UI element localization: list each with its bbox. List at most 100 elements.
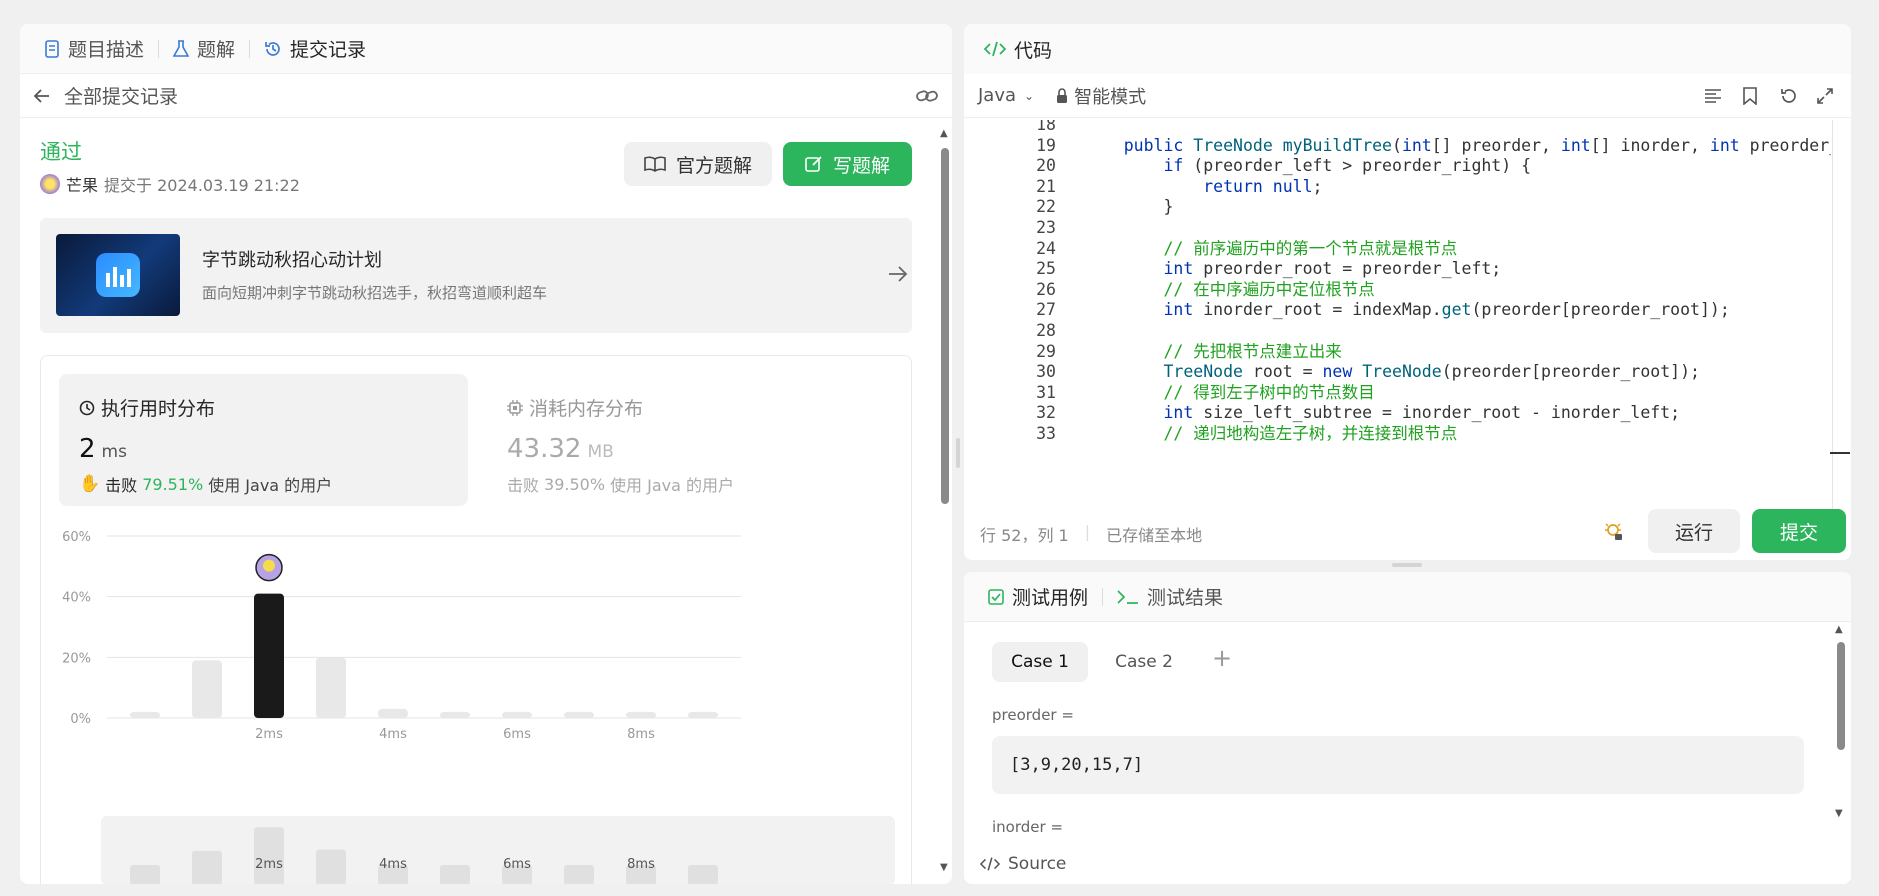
language-select[interactable]: Java ⌄ [978, 85, 1034, 106]
tab-submissions-label: 提交记录 [290, 39, 367, 61]
status-divider: | [1084, 522, 1091, 541]
test-scrollbar[interactable]: ▲ [1834, 624, 1848, 824]
cursor-position: 行 52，列 1 [980, 526, 1069, 545]
minimap-bar [564, 865, 594, 884]
official-solution-label: 官方题解 [675, 154, 752, 177]
preorder-label: preorder = [992, 706, 1074, 724]
scroll-up-icon[interactable]: ▲ [1835, 624, 1843, 635]
tab-testcases[interactable]: 测试用例 [982, 583, 1094, 610]
runtime-title-row: 执行用时分布 [79, 394, 215, 421]
histogram-bar [130, 711, 160, 718]
chevron-down-icon: ⌄ [1024, 88, 1035, 103]
left-tabbar: 题目描述 题解 提交记录 [20, 24, 952, 74]
histogram-bar [254, 593, 284, 718]
y-tick-label: 60% [62, 530, 91, 545]
histogram-bar [564, 711, 594, 718]
minimap-label: 6ms [503, 857, 531, 872]
document-icon [44, 39, 60, 58]
x-tick-label: 8ms [627, 727, 655, 742]
chart-logo-icon [96, 253, 140, 297]
code-tabbar: 代码 [964, 24, 1851, 74]
tab-code[interactable]: 代码 [978, 36, 1058, 63]
promo-title: 字节跳动秋招心动计划 [202, 250, 382, 271]
back-arrow-icon[interactable] [32, 88, 52, 103]
source-bar[interactable]: Source [964, 844, 1851, 884]
tab-description[interactable]: 题目描述 [38, 35, 150, 62]
link-icon[interactable] [916, 88, 938, 104]
minimap-bar [440, 865, 470, 884]
case-1-label: Case 1 [1011, 652, 1069, 672]
case-1-tab[interactable]: Case 1 [992, 642, 1088, 682]
debug-icon[interactable] [1604, 522, 1624, 542]
code-toolbar: Java ⌄ 智能模式 [964, 74, 1851, 118]
line-number: 33 [1036, 424, 1056, 443]
x-tick-label: 6ms [503, 727, 531, 742]
test-tabbar: 测试用例 测试结果 [964, 572, 1851, 622]
tab-testresults[interactable]: 测试结果 [1111, 583, 1229, 610]
flask-icon [173, 39, 190, 58]
runtime-value-row: 2 ms [79, 434, 127, 464]
user-name[interactable]: 芒果 [66, 172, 98, 196]
minimap-bar [192, 850, 222, 884]
scroll-up-icon[interactable]: ▲ [940, 128, 948, 139]
tab-solutions-label: 题解 [197, 39, 236, 61]
code-scroll-track [1832, 120, 1833, 515]
scroll-down-icon[interactable]: ▼ [1835, 808, 1843, 819]
submit-button[interactable]: 提交 [1752, 509, 1846, 553]
saved-status: 已存储至本地 [1106, 526, 1203, 545]
terminal-icon [1117, 589, 1139, 605]
arrow-right-icon [888, 266, 908, 282]
edit-icon [805, 155, 823, 173]
memory-title-row: 消耗内存分布 [507, 394, 643, 421]
user-avatar-marker[interactable] [255, 553, 283, 582]
lock-icon [1056, 87, 1068, 104]
scroll-down-icon[interactable]: ▼ [940, 862, 948, 873]
smart-mode-toggle[interactable]: 智能模式 [1056, 83, 1146, 109]
vertical-resize-handle[interactable] [956, 438, 960, 468]
preorder-value: [3,9,20,15,7] [1010, 755, 1144, 775]
reset-icon[interactable] [1780, 87, 1798, 105]
code-editor-panel: 代码 Java ⌄ 智能模式 18 19 public TreeNode myBu… [964, 24, 1851, 560]
runtime-stat-box[interactable]: 执行用时分布 2 ms ✋ 击败 79.51% 使用 Java 的用户 [59, 374, 468, 506]
minimap-bar [316, 849, 346, 884]
test-scrollbar-thumb[interactable] [1837, 642, 1845, 750]
promo-banner[interactable]: 字节跳动秋招心动计划 面向短期冲刺字节跳动秋招选手，秋招弯道顺利超车 [40, 218, 912, 333]
write-solution-button[interactable]: 写题解 [783, 142, 912, 186]
bookmark-icon[interactable] [1743, 86, 1757, 105]
all-submissions-link[interactable]: 全部提交记录 [64, 82, 178, 109]
top-strip [0, 0, 1879, 20]
panel-resize-handle[interactable] [1392, 563, 1422, 567]
left-scrollbar[interactable]: ▲ ▼ [938, 124, 952, 884]
runtime-unit: ms [101, 442, 127, 462]
chart-range-minimap[interactable]: 2ms 4ms 6ms 8ms [101, 816, 895, 884]
tab-solutions[interactable]: 题解 [167, 35, 241, 62]
code-line[interactable]: 33 // 递归地构造左子树，并连接到根节点 [964, 421, 1831, 446]
run-button[interactable]: 运行 [1648, 509, 1740, 553]
memory-stat-box[interactable]: 消耗内存分布 43.32 MB 击败 39.50% 使用 Java 的用户 [487, 374, 896, 506]
format-icon[interactable] [1704, 88, 1722, 104]
minimap-label: 8ms [627, 857, 655, 872]
tab-submissions[interactable]: 提交记录 [258, 35, 372, 62]
runtime-beat-suffix: 使用 Java 的用户 [208, 476, 333, 495]
histogram-bar [316, 657, 346, 718]
avatar[interactable] [40, 174, 60, 194]
code-area[interactable]: 18 19 public TreeNode myBuildTree(int[] p… [964, 120, 1831, 515]
case-2-label: Case 2 [1115, 652, 1173, 672]
case-2-tab[interactable]: Case 2 [1096, 642, 1192, 682]
expand-icon[interactable] [1817, 87, 1833, 104]
runtime-value: 2 [79, 434, 96, 464]
submit-label: 提交 [1779, 521, 1818, 544]
x-tick-label: 2ms [255, 727, 283, 742]
official-solution-button[interactable]: 官方题解 [624, 142, 772, 186]
code-scroll-marker [1830, 452, 1850, 454]
add-case-button[interactable]: + [1212, 644, 1232, 672]
promo-subtitle: 面向短期冲刺字节跳动秋招选手，秋招弯道顺利超车 [202, 284, 548, 302]
inorder-label-text: inorder = [992, 818, 1064, 832]
histogram-bar [378, 708, 408, 718]
histogram-bar [192, 660, 222, 718]
code-status-bar: 行 52，列 1 | 已存储至本地 [980, 522, 1202, 546]
preorder-input[interactable]: [3,9,20,15,7] [992, 736, 1804, 794]
runtime-beat-row: ✋ 击败 79.51% 使用 Java 的用户 [79, 472, 332, 496]
runtime-distribution-chart: 60% 40% 20% 0% 2ms 4ms 6ms 8ms [62, 530, 741, 742]
scrollbar-thumb[interactable] [941, 148, 949, 504]
